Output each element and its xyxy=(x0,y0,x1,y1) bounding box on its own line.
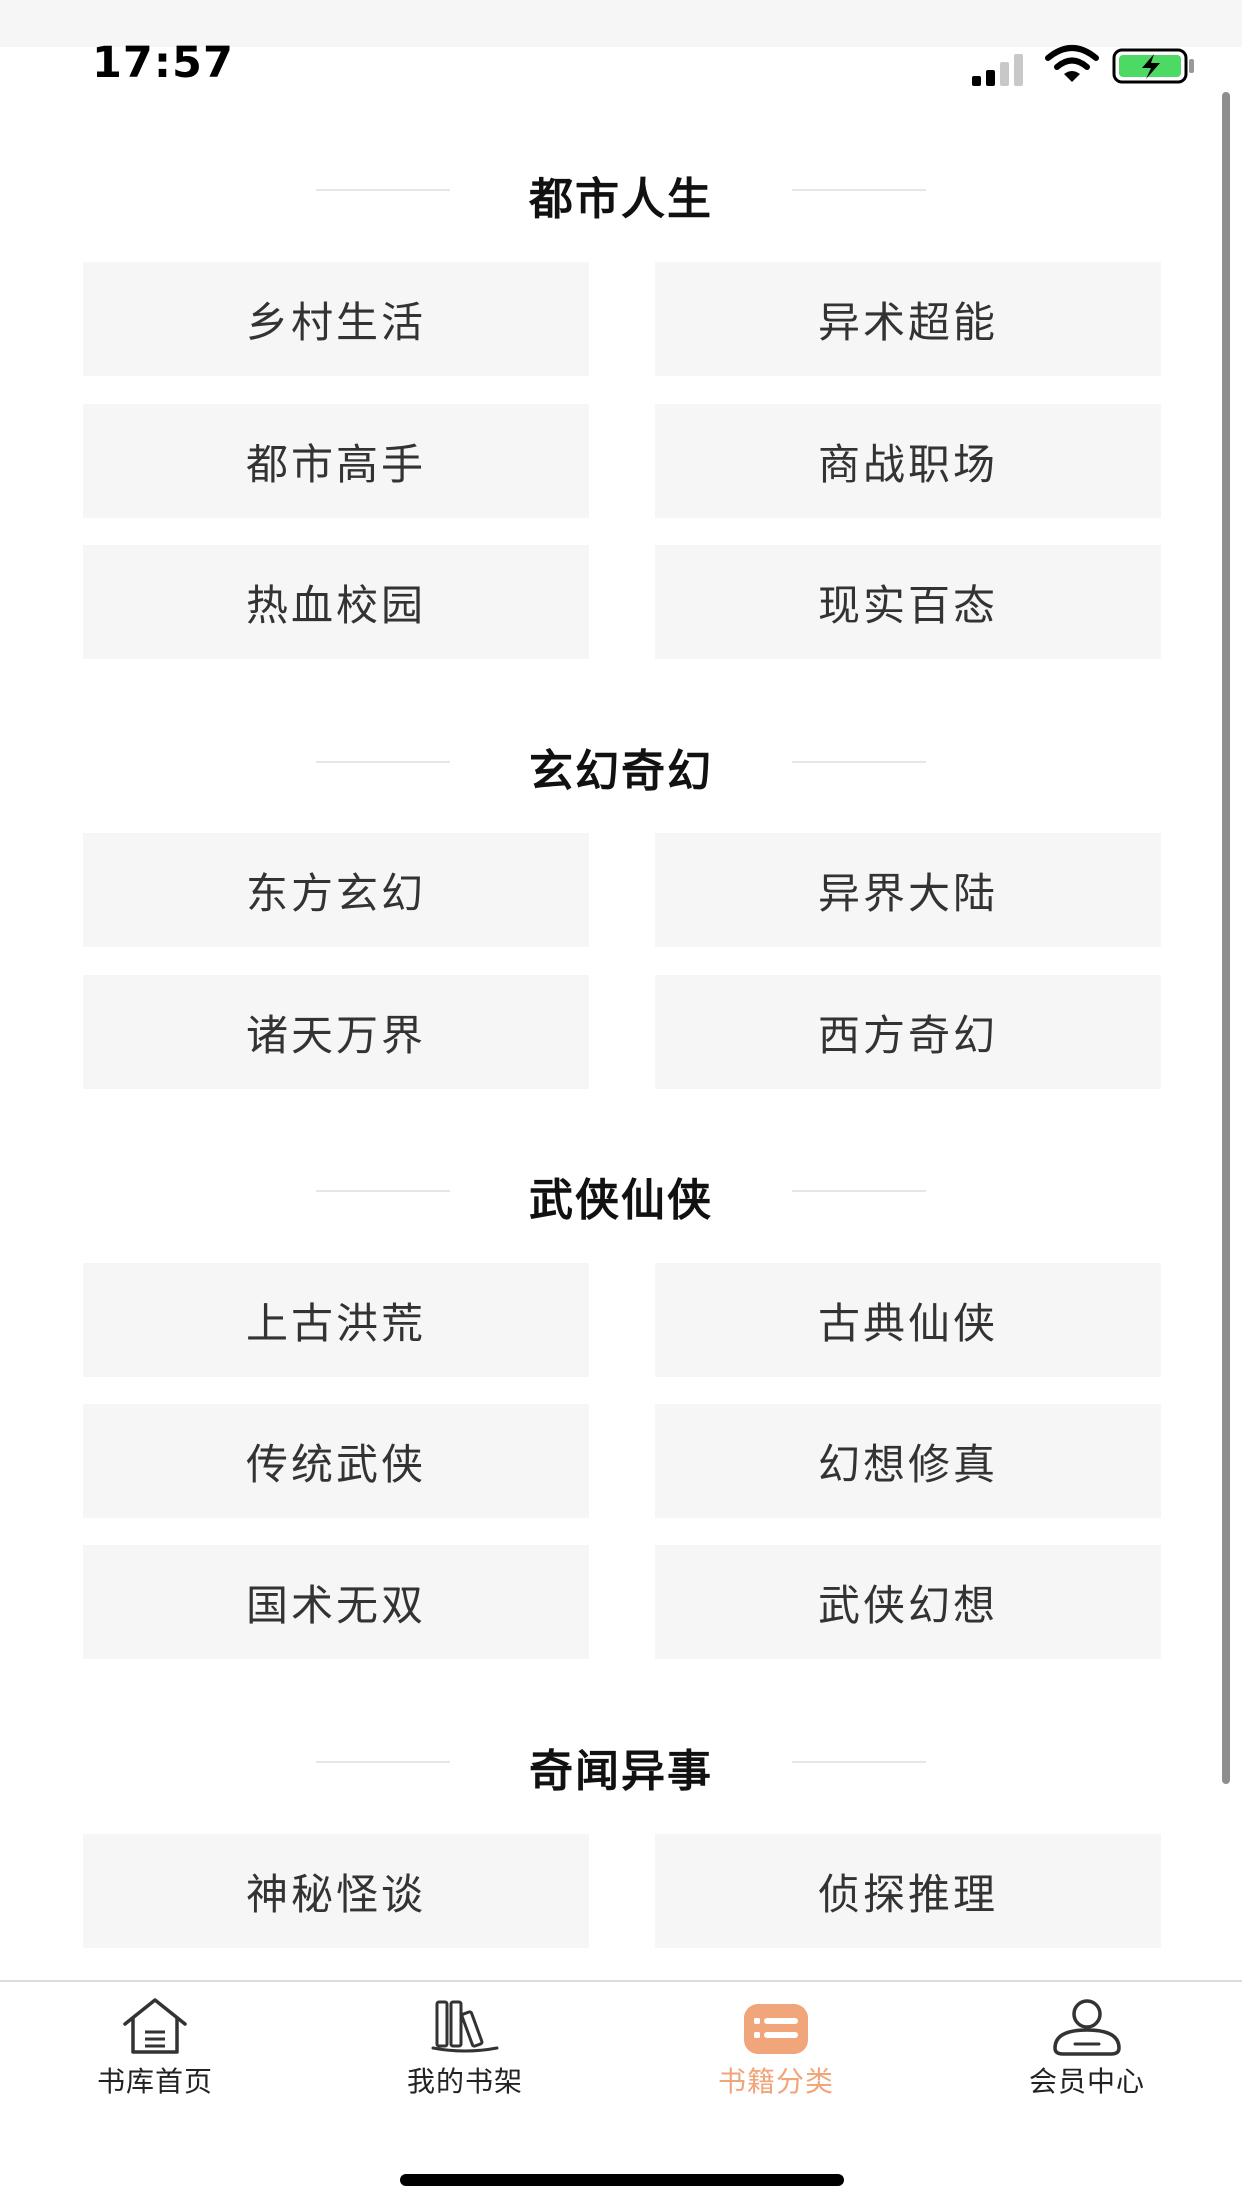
section-title: 奇闻异事 xyxy=(529,1746,713,1797)
category-button[interactable]: 商战职场 xyxy=(655,404,1161,518)
category-button[interactable]: 上古洪荒 xyxy=(83,1263,589,1377)
category-list: 都市人生 乡村生活 异术超能 都市高手 商战职场 热血校园 现实百态 玄幻奇幻 … xyxy=(0,0,1242,1980)
divider xyxy=(792,1190,926,1192)
tab-home[interactable]: 书库首页 xyxy=(35,1992,275,2112)
category-button[interactable]: 东方玄幻 xyxy=(83,833,589,947)
category-button[interactable]: 诸天万界 xyxy=(83,975,589,1089)
category-button[interactable]: 现实百态 xyxy=(655,545,1161,659)
category-button[interactable]: 西方奇幻 xyxy=(655,975,1161,1089)
divider xyxy=(792,189,926,191)
tab-label: 我的书架 xyxy=(406,2065,523,2098)
divider xyxy=(792,1761,926,1763)
scrollbar[interactable] xyxy=(1222,92,1230,1784)
divider xyxy=(792,761,926,763)
user-icon xyxy=(1053,1999,1121,2056)
section-header: 武侠仙侠 xyxy=(0,1150,1242,1230)
category-button[interactable]: 神秘怪谈 xyxy=(83,1834,589,1948)
category-button[interactable]: 武侠幻想 xyxy=(655,1545,1161,1659)
category-button[interactable]: 侦探推理 xyxy=(655,1834,1161,1948)
category-button[interactable]: 传统武侠 xyxy=(83,1404,589,1518)
bookshelf-icon xyxy=(431,2000,499,2053)
tab-label: 会员中心 xyxy=(1028,2065,1145,2098)
section-header: 奇闻异事 xyxy=(0,1721,1242,1801)
category-button[interactable]: 国术无双 xyxy=(83,1545,589,1659)
tab-member[interactable]: 会员中心 xyxy=(967,1992,1207,2112)
category-button[interactable]: 幻想修真 xyxy=(655,1404,1161,1518)
category-icon xyxy=(744,2004,808,2054)
category-button[interactable]: 异界大陆 xyxy=(655,833,1161,947)
category-button[interactable]: 古典仙侠 xyxy=(655,1263,1161,1377)
home-indicator[interactable] xyxy=(400,2174,844,2186)
category-button[interactable]: 异术超能 xyxy=(655,262,1161,376)
section-title: 武侠仙侠 xyxy=(529,1175,713,1226)
category-button[interactable]: 乡村生活 xyxy=(83,262,589,376)
section-title: 都市人生 xyxy=(529,174,713,225)
section-header: 都市人生 xyxy=(0,149,1242,229)
category-button[interactable]: 都市高手 xyxy=(83,404,589,518)
section-title: 玄幻奇幻 xyxy=(529,746,713,797)
home-icon xyxy=(123,1998,187,2054)
tab-label: 书库首页 xyxy=(96,2065,213,2098)
tab-bookshelf[interactable]: 我的书架 xyxy=(345,1992,585,2112)
tab-label: 书籍分类 xyxy=(717,2065,834,2098)
section-header: 玄幻奇幻 xyxy=(0,721,1242,801)
category-button[interactable]: 热血校园 xyxy=(83,545,589,659)
tab-category[interactable]: 书籍分类 xyxy=(656,1992,896,2112)
